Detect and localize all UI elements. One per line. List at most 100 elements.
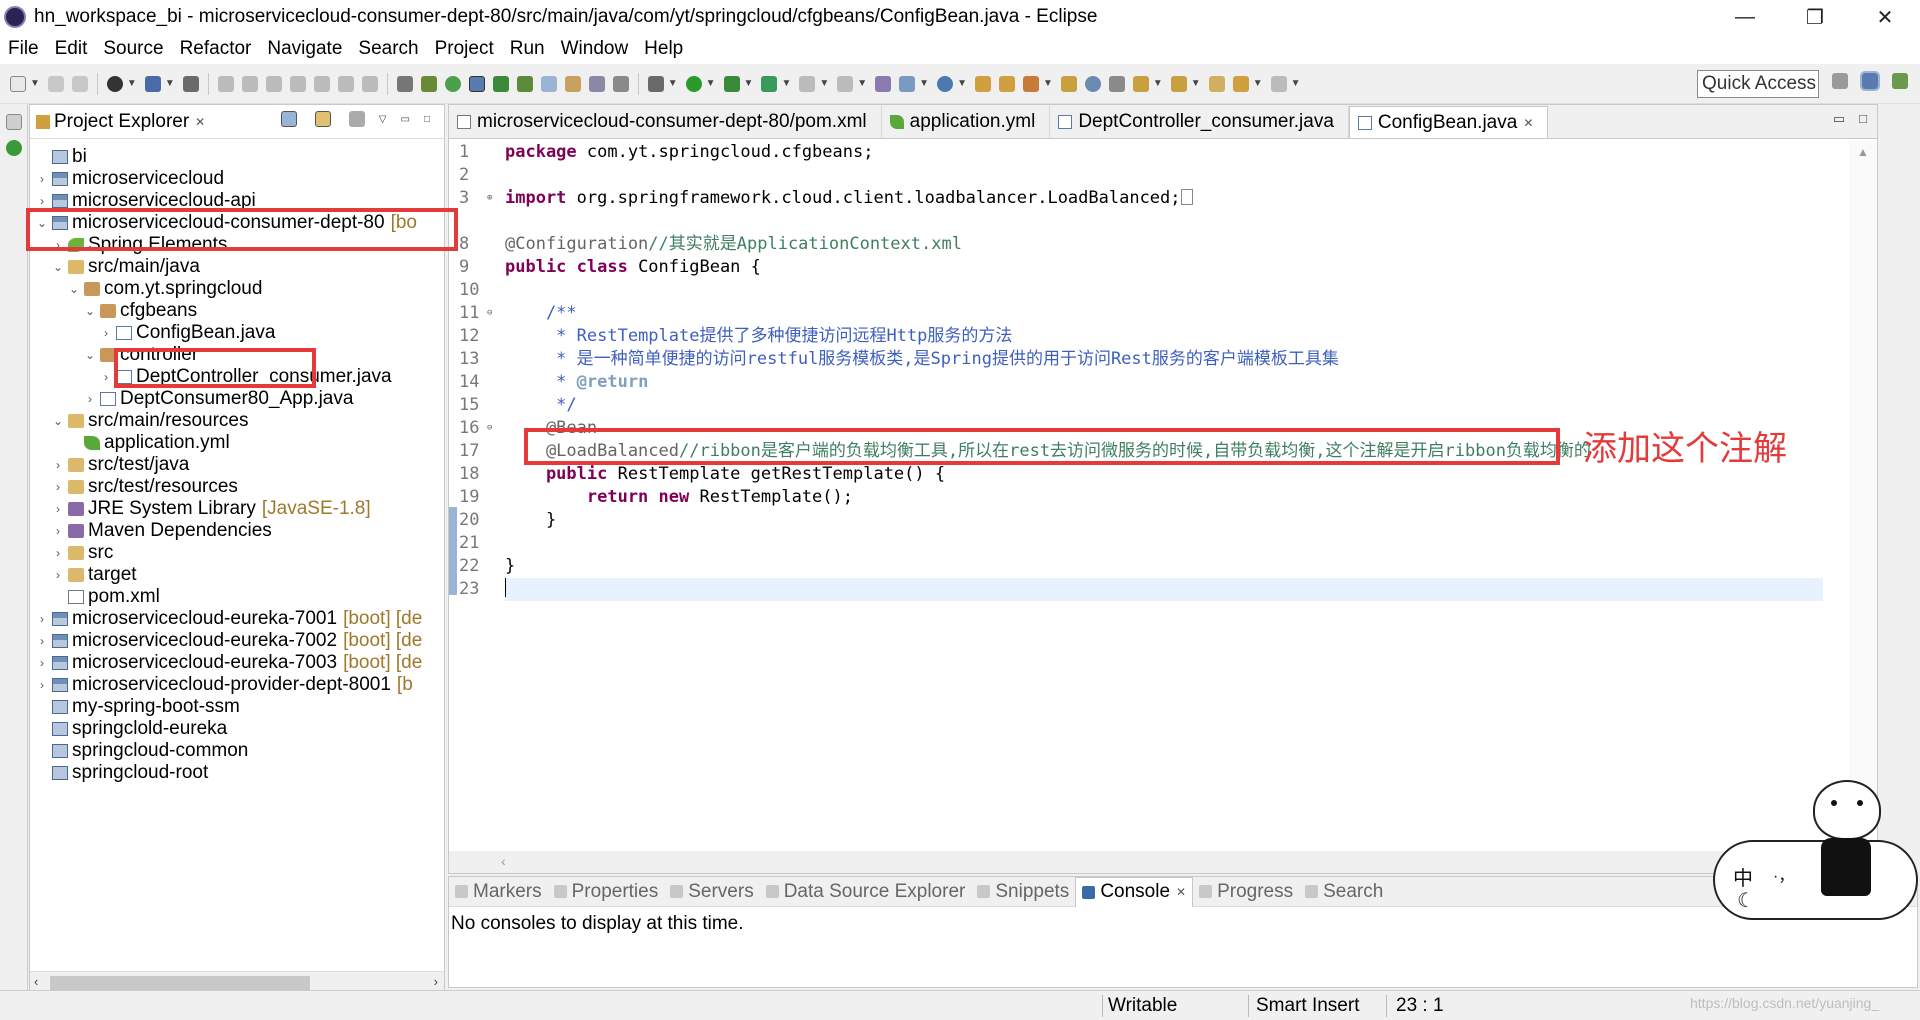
ime-toolbar[interactable]: 中 ·， ☾ — [1713, 780, 1918, 920]
menu-run[interactable]: Run — [502, 38, 553, 60]
tab-search[interactable]: Search — [1299, 881, 1389, 903]
editor-tab-configbean[interactable]: ConfigBean.java ✕ — [1348, 106, 1549, 138]
tab-progress[interactable]: Progress — [1193, 881, 1299, 903]
restore-icon[interactable] — [6, 114, 22, 130]
search-wand-icon[interactable] — [1022, 75, 1039, 92]
dropdown-icon[interactable]: ▼ — [1291, 78, 1301, 89]
step-into-icon[interactable] — [313, 75, 330, 92]
open-folder-icon[interactable] — [998, 75, 1015, 92]
tools-icon[interactable] — [1108, 75, 1125, 92]
menu-refactor[interactable]: Refactor — [172, 38, 260, 60]
fold-collapse-icon[interactable]: ⊖ — [487, 302, 492, 325]
close-button[interactable]: ✕ — [1850, 0, 1920, 34]
new-icon[interactable] — [10, 75, 26, 92]
maximize-button[interactable]: ❐ — [1780, 0, 1850, 34]
menu-help[interactable]: Help — [636, 38, 691, 60]
scroll-left-icon[interactable]: ‹ — [501, 853, 506, 869]
terminate-icon[interactable] — [265, 75, 282, 92]
ime-chinese-mode[interactable]: 中 — [1733, 862, 1753, 891]
menu-search[interactable]: Search — [350, 38, 426, 60]
menu-file[interactable]: File — [0, 38, 47, 60]
quick-access-input[interactable]: Quick Access — [1697, 70, 1819, 98]
tab-properties[interactable]: Properties — [548, 881, 665, 903]
skip-breakpoints-icon[interactable] — [182, 75, 199, 92]
toggle-mark-occurrences-icon[interactable] — [468, 75, 485, 92]
chevron-right-icon[interactable]: › — [50, 458, 66, 472]
external-tools-icon[interactable] — [761, 75, 778, 92]
open-perspective-icon[interactable] — [1832, 73, 1848, 89]
chevron-right-icon[interactable]: › — [82, 392, 98, 406]
back-icon[interactable] — [1232, 75, 1249, 92]
scrollbar-thumb[interactable] — [50, 976, 310, 990]
tab-markers[interactable]: Markers — [449, 881, 548, 903]
new-dropdown-icon[interactable]: ▼ — [30, 78, 40, 89]
chevron-right-icon[interactable]: › — [50, 546, 66, 560]
debug-settings-icon[interactable] — [106, 75, 123, 92]
spring-boot-dashboard-icon[interactable] — [420, 75, 437, 92]
tab-data-source-explorer[interactable]: Data Source Explorer — [760, 881, 972, 903]
spring-boot-dashboard-icon[interactable] — [6, 140, 22, 156]
close-tab-icon[interactable]: ✕ — [1176, 885, 1186, 899]
step-over-icon[interactable] — [337, 75, 354, 92]
relaunch-icon[interactable] — [837, 75, 854, 92]
chevron-right-icon[interactable]: › — [34, 612, 50, 626]
fold-expand-icon[interactable]: ⊕ — [487, 187, 492, 210]
forward-icon[interactable] — [1270, 75, 1287, 92]
chevron-right-icon[interactable]: › — [50, 502, 66, 516]
suspend-icon[interactable] — [241, 75, 258, 92]
step-return-icon[interactable] — [361, 75, 378, 92]
maximize-view-icon[interactable]: □ — [424, 114, 430, 125]
moon-icon[interactable]: ☾ — [1737, 888, 1755, 913]
word-wrap-icon[interactable] — [588, 75, 605, 92]
tab-snippets[interactable]: Snippets — [971, 881, 1075, 903]
breadcrumb-icon[interactable] — [516, 75, 533, 92]
new-java-class-icon[interactable] — [937, 75, 954, 92]
refresh-icon[interactable] — [492, 75, 509, 92]
java-ee-perspective-icon[interactable] — [1860, 71, 1880, 91]
ime-punctuation[interactable]: ·， — [1773, 862, 1794, 886]
dropdown-icon[interactable]: ▼ — [127, 78, 137, 89]
chevron-right-icon[interactable]: › — [34, 678, 50, 692]
previous-annotation-icon[interactable] — [1170, 75, 1187, 92]
spring-perspective-icon[interactable] — [1892, 73, 1908, 89]
close-icon[interactable]: ✕ — [195, 115, 205, 129]
save-icon[interactable] — [47, 75, 64, 92]
debug-icon[interactable] — [647, 75, 664, 92]
use-step-filters-icon[interactable] — [396, 75, 413, 92]
dropdown-icon[interactable]: ▼ — [781, 78, 791, 89]
tab-servers[interactable]: Servers — [664, 881, 759, 903]
dropdown-icon[interactable]: ▼ — [857, 78, 867, 89]
folded-imports-icon[interactable] — [1180, 189, 1193, 205]
menu-project[interactable]: Project — [427, 38, 502, 60]
open-console-icon[interactable] — [875, 75, 892, 92]
dropdown-icon[interactable]: ▼ — [744, 78, 754, 89]
menu-navigate[interactable]: Navigate — [259, 38, 350, 60]
minimize-view-icon[interactable]: ▭ — [401, 114, 410, 125]
chevron-right-icon[interactable]: › — [50, 568, 66, 582]
resume-icon[interactable] — [217, 75, 234, 92]
scroll-left-icon[interactable]: ‹ — [34, 974, 38, 989]
close-tab-icon[interactable]: ✕ — [1523, 116, 1533, 130]
next-annotation-icon[interactable] — [1132, 75, 1149, 92]
chevron-down-icon[interactable]: ⌄ — [82, 304, 98, 318]
run-icon[interactable] — [685, 75, 702, 92]
last-edit-icon[interactable] — [1208, 75, 1225, 92]
highlight-icon[interactable] — [540, 75, 557, 92]
dropdown-icon[interactable]: ▼ — [819, 78, 829, 89]
editor-tab-dept-controller[interactable]: DeptController_consumer.java — [1050, 106, 1349, 138]
view-menu-icon[interactable] — [348, 111, 365, 127]
chevron-down-icon[interactable]: ⌄ — [50, 414, 66, 428]
dropdown-icon[interactable]: ▼ — [706, 78, 716, 89]
scroll-right-icon[interactable]: › — [434, 974, 438, 989]
spring-boot-run-icon[interactable] — [444, 75, 461, 92]
dropdown-icon[interactable]: ▼ — [1191, 78, 1201, 89]
chevron-down-icon[interactable]: ⌄ — [50, 260, 66, 274]
annotation-icon[interactable] — [1060, 75, 1077, 92]
chevron-right-icon[interactable]: › — [50, 480, 66, 494]
disconnect-icon[interactable] — [289, 75, 306, 92]
menu-edit[interactable]: Edit — [47, 38, 96, 60]
editor-horizontal-scrollbar[interactable]: ‹ — [449, 851, 1877, 873]
dropdown-icon[interactable]: ▼ — [165, 78, 175, 89]
chevron-right-icon[interactable]: › — [34, 194, 50, 208]
tree-item[interactable]: springcloud-root — [34, 759, 214, 786]
